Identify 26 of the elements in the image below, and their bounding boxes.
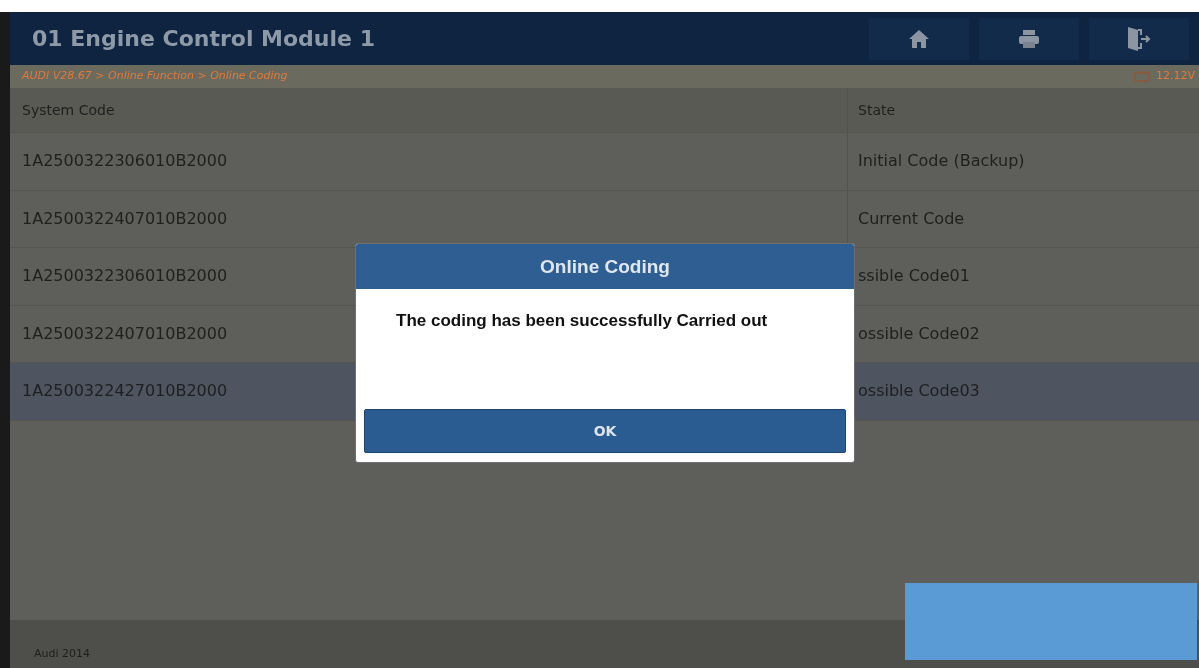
column-header: State: [858, 101, 896, 118]
code-cell-text: 1A2500322306010B2000: [22, 150, 228, 173]
printer-icon: [1018, 28, 1040, 49]
breadcrumb-path: AUDI V28.67 > Online Function > Online Coding: [22, 68, 288, 85]
state-cell: Current Code: [858, 208, 965, 228]
home-button[interactable]: [869, 17, 969, 60]
dialog-title: Online Coding: [356, 244, 854, 289]
state-cell: ossible Code02: [858, 323, 980, 343]
screen-title: 01 Engine Control Module 1: [31, 25, 376, 53]
table-row[interactable]: 1A2500322306010B2000 Initial Code (Backup): [10, 133, 1199, 191]
column-header: System Code: [22, 100, 115, 120]
code-cell-text: 1A2500322306010B2000: [22, 265, 228, 288]
print-button[interactable]: [979, 17, 1079, 60]
exit-button[interactable]: [1089, 17, 1189, 60]
exit-door-icon: [1126, 25, 1152, 52]
state-cell: ssible Code01: [858, 266, 970, 286]
ok-button[interactable]: OK: [364, 409, 846, 453]
state-cell: ossible Code03: [858, 381, 980, 401]
code-cell-text: 1A2500322407010B2000: [22, 207, 228, 230]
dialog-message: The coding has been successfully Carried out: [396, 311, 768, 330]
home-icon: [908, 28, 930, 49]
code-cell-text: 1A2500322407010B2000: [22, 322, 228, 345]
battery-icon: [1134, 71, 1150, 82]
code-cell-text: 1A2500322427010B2000: [22, 380, 228, 403]
state-cell: Initial Code (Backup): [858, 151, 1025, 171]
voltage-reading: 12.12V: [1156, 68, 1195, 85]
